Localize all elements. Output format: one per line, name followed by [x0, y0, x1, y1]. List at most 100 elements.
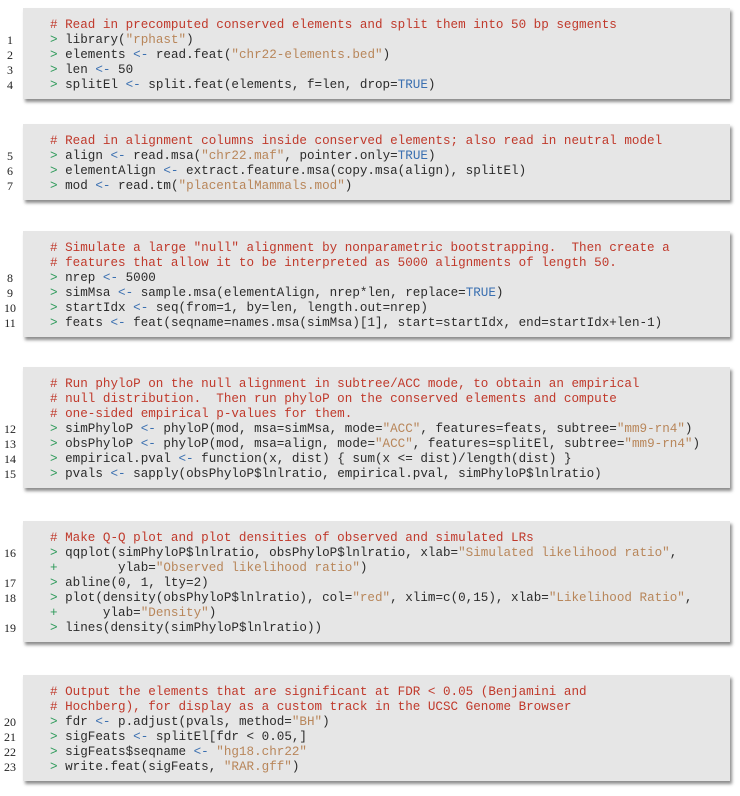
keyword: TRUE — [465, 286, 496, 300]
assign-operator: <- — [140, 422, 156, 436]
prompt-symbol: > — [50, 63, 66, 77]
code-text: split.feat(elements, f=len, drop= — [140, 78, 398, 92]
code-line: + ylab="Density") — [50, 606, 730, 621]
comment-line: # Make Q-Q plot and plot densities of ob… — [50, 531, 730, 546]
prompt-symbol: + — [50, 606, 66, 620]
code-text: simMsa — [65, 286, 119, 300]
code-line: 16 > qqplot(simPhyloP$lnlratio, obsPhyloP… — [4, 546, 730, 561]
code-text: library( — [65, 33, 126, 47]
code-line: 22 > sigFeats$seqname <- "hg18.chr22" — [4, 745, 730, 760]
code-line: 20 > fdr <- p.adjust(pvals, method="BH") — [4, 715, 730, 730]
comment-line: # Read in precomputed conserved elements… — [50, 18, 730, 33]
code-text: phyloP(mod, msa=simMsa, mode= — [155, 422, 383, 436]
code-line: 6 > elementAlign <- extract.feature.msa(c… — [7, 164, 730, 179]
code-text: ) — [359, 561, 368, 575]
line-number: 2 — [7, 48, 13, 62]
prompt-symbol: > — [50, 286, 66, 300]
code-text: pvals — [65, 467, 111, 481]
assign-operator: <- — [178, 452, 194, 466]
prompt-symbol: > — [50, 760, 66, 774]
assign-operator: <- — [125, 78, 141, 92]
code-line: 21 > sigFeats <- splitEl[fdr < 0.05,] — [4, 730, 730, 745]
string-literal: "Density" — [140, 606, 209, 620]
line-number: 11 — [4, 316, 16, 330]
comment-line: # Simulate a large "null" alignment by n… — [50, 241, 730, 256]
code-text: ) — [427, 78, 436, 92]
code-line: 2 > elements <- read.feat("chr22-elements… — [7, 48, 730, 63]
code-text: ) — [427, 149, 436, 163]
code-text: align — [65, 149, 111, 163]
code-text: startIdx — [65, 301, 134, 315]
code-text: 50 — [110, 63, 134, 77]
code-block-simulate-null: # Simulate a large "null" alignment by n… — [4, 231, 730, 337]
line-number: 6 — [7, 164, 13, 178]
prompt-symbol: > — [50, 149, 66, 163]
code-line: 13 > obsPhyloP <- phyloP(mod, msa=align, … — [4, 437, 730, 452]
prompt-symbol: > — [50, 271, 66, 285]
prompt-symbol: > — [50, 745, 66, 759]
code-block-load-elements: # Read in precomputed conserved elements… — [7, 8, 730, 99]
comment-line: # Output the elements that are significa… — [50, 685, 730, 700]
code-block-read-alignment: # Read in alignment columns inside conse… — [7, 124, 730, 200]
string-literal: "ACC" — [382, 422, 421, 436]
code-comment: # Hochberg), for display as a custom tra… — [50, 700, 572, 714]
string-literal: "mm9-rn4" — [616, 422, 685, 436]
code-text: feats — [65, 316, 111, 330]
code-text: ) — [344, 179, 353, 193]
code-text: ) — [495, 286, 504, 300]
line-number: 16 — [4, 546, 16, 560]
prompt-symbol: + — [50, 561, 66, 575]
code-text: abline(0, 1, lty=2) — [65, 576, 209, 590]
string-literal: "red" — [352, 591, 391, 605]
prompt-symbol: > — [50, 422, 66, 436]
line-number: 5 — [7, 149, 13, 163]
assign-operator: <- — [110, 467, 126, 481]
string-literal: "rphast" — [125, 33, 187, 47]
code-text: feat(seqname=names.msa(simMsa)[1], start… — [125, 316, 663, 330]
prompt-symbol: > — [50, 48, 66, 62]
code-text: obsPhyloP — [65, 437, 141, 451]
string-literal: "mm9-rn4" — [624, 437, 693, 451]
code-text: ) — [208, 606, 217, 620]
code-text: read.feat( — [148, 48, 232, 62]
line-number: 7 — [7, 179, 13, 193]
line-number: 20 — [4, 715, 16, 729]
code-line: 7 > mod <- read.tm("placentalMammals.mod"… — [7, 179, 730, 194]
string-literal: "chr22.maf" — [201, 149, 285, 163]
comment-line: # Run phyloP on the null alignment in su… — [50, 377, 730, 392]
code-text: qqplot(simPhyloP$lnlratio, obsPhyloP$lnl… — [65, 546, 459, 560]
assign-operator: <- — [110, 149, 126, 163]
line-number: 22 — [4, 745, 16, 759]
code-text: ylab= — [65, 561, 156, 575]
code-comment: # null distribution. Then run phyloP on … — [50, 392, 617, 406]
code-block-qq-plot: # Make Q-Q plot and plot densities of ob… — [4, 521, 730, 642]
code-text: ) — [684, 422, 693, 436]
code-text: 5000 — [118, 271, 156, 285]
prompt-symbol: > — [50, 730, 66, 744]
code-text: len — [65, 63, 96, 77]
code-text: , features=splitEl, subtree= — [412, 437, 625, 451]
comment-line: # Hochberg), for display as a custom tra… — [50, 700, 730, 715]
string-literal: "chr22-elements.bed" — [231, 48, 383, 62]
line-number: 21 — [4, 730, 16, 744]
assign-operator: <- — [133, 48, 149, 62]
prompt-symbol: > — [50, 437, 66, 451]
string-literal: "Observed likelihood ratio" — [155, 561, 360, 575]
code-text: , pointer.only= — [284, 149, 398, 163]
keyword: TRUE — [397, 78, 428, 92]
code-text: splitEl[fdr < 0.05,] — [148, 730, 307, 744]
code-text: , — [684, 591, 693, 605]
assign-operator: <- — [133, 301, 149, 315]
string-literal: "ACC" — [375, 437, 413, 451]
line-number: 19 — [4, 621, 16, 635]
code-text: sample.msa(elementAlign, nrep*len, repla… — [133, 286, 466, 300]
code-text: phyloP(mod, msa=align, mode= — [155, 437, 375, 451]
code-text: lines(density(simPhyloP$lnlratio)) — [65, 621, 323, 635]
code-line: 8 > nrep <- 5000 — [7, 271, 730, 286]
assign-operator: <- — [140, 437, 156, 451]
code-text: , features=feats, subtree= — [420, 422, 617, 436]
code-line: 12 > simPhyloP <- phyloP(mod, msa=simMsa,… — [4, 422, 730, 437]
comment-line: # Read in alignment columns inside conse… — [50, 134, 730, 149]
string-literal: "Simulated likelihood ratio" — [458, 546, 670, 560]
string-literal: "hg18.chr22" — [216, 745, 307, 759]
